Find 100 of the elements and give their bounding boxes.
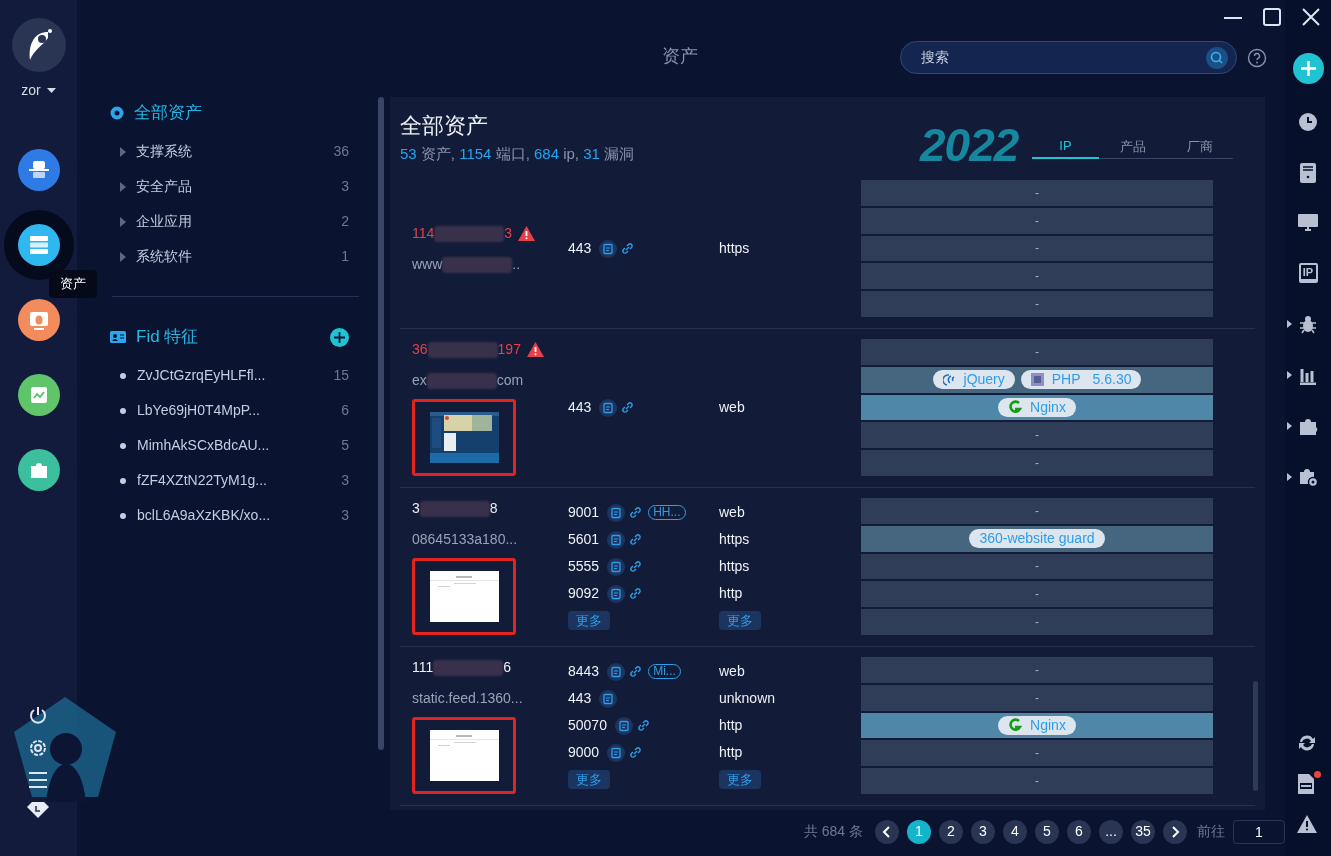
more-button[interactable]: 更多 (568, 611, 610, 630)
link-icon[interactable] (629, 587, 643, 600)
list-item[interactable]: MimhAkSCxBdcAU... 5 (110, 428, 349, 463)
search-field[interactable]: 搜索 (921, 47, 1206, 68)
more-button[interactable]: 更多 (568, 770, 610, 789)
document-icon[interactable] (599, 239, 618, 258)
document-icon[interactable] (607, 503, 626, 522)
tree-item[interactable]: 安全产品 3 (110, 169, 349, 204)
warning-icon[interactable] (1297, 815, 1317, 833)
g-letter-icon (1008, 718, 1023, 733)
link-icon[interactable] (621, 401, 635, 414)
tree-item[interactable]: 支撑系统 36 (110, 134, 349, 169)
document-icon[interactable] (607, 530, 626, 549)
add-button[interactable] (1292, 53, 1324, 84)
dash-text: - (1035, 184, 1039, 202)
link-icon[interactable] (629, 665, 643, 678)
port-number: 9001 (568, 503, 600, 522)
document-icon[interactable] (1300, 163, 1316, 183)
clock-icon[interactable] (1298, 112, 1318, 132)
more-button[interactable]: 更多 (719, 611, 761, 630)
link-icon[interactable] (621, 242, 635, 255)
dash-text: - (1035, 343, 1039, 361)
nav-button[interactable] (17, 449, 60, 491)
tree-item[interactable]: 企业应用 2 (110, 204, 349, 239)
list-item[interactable]: bclL6A9aXzKBK/xo... 3 (110, 498, 349, 533)
port-number: 8443 (568, 662, 600, 681)
link-icon[interactable] (636, 719, 650, 732)
dash-text: - (1035, 455, 1039, 473)
refresh-icon[interactable] (1297, 733, 1317, 753)
more-button[interactable]: 更多 (719, 770, 761, 789)
goto-label: 前往 (1197, 822, 1225, 841)
server-icon (27, 234, 50, 256)
dash-text: - (1035, 773, 1039, 791)
power-icon[interactable] (28, 705, 48, 725)
page-button[interactable]: ... (1099, 819, 1123, 844)
document-icon[interactable] (599, 689, 618, 708)
protocol-text: web (719, 398, 746, 417)
dash-text: - (1035, 296, 1039, 314)
menu-icon[interactable] (28, 771, 48, 789)
bullet-icon (120, 407, 126, 414)
hostname: static.feed.1360... (412, 689, 524, 708)
sidebar-item[interactable]: 全部资产 (110, 98, 349, 128)
dash-text: - (1035, 661, 1039, 679)
list-item[interactable]: fZF4XZtN22TyM1g... 3 (110, 463, 349, 498)
ip-icon[interactable]: IP (1298, 263, 1318, 283)
list-item[interactable]: LbYe69jH0T4MpP... 6 (110, 393, 349, 428)
close-icon[interactable] (1301, 7, 1321, 27)
page-button[interactable]: 35 (1131, 819, 1155, 844)
caret-icon[interactable] (1287, 473, 1292, 481)
port-number: 443 (568, 689, 592, 708)
next-icon[interactable] (1163, 819, 1187, 844)
previous-icon[interactable] (875, 819, 899, 844)
document-icon[interactable] (607, 743, 626, 762)
link-icon[interactable] (629, 746, 643, 759)
tab[interactable]: 厂商 (1166, 135, 1233, 159)
page-button[interactable]: 6 (1067, 819, 1091, 844)
page-button[interactable]: 5 (1035, 819, 1059, 844)
nav-button[interactable] (17, 224, 60, 266)
caret-icon[interactable] (1287, 422, 1292, 430)
tab[interactable]: IP (1032, 135, 1099, 159)
document-icon[interactable] (607, 662, 626, 681)
document-icon[interactable] (614, 716, 633, 735)
bullet-icon (120, 512, 126, 519)
nav-button[interactable] (17, 299, 60, 341)
caret-icon (46, 88, 56, 93)
search-bar[interactable]: 搜索 (900, 41, 1237, 74)
log-file-icon[interactable] (1297, 773, 1317, 795)
page-button[interactable]: 2 (939, 819, 963, 844)
protocol-text: http (719, 716, 744, 735)
scrollbar-thumb[interactable] (1253, 681, 1258, 791)
page-button[interactable]: 4 (1003, 819, 1027, 844)
puzzle-gear-icon[interactable] (1298, 467, 1318, 487)
document-icon[interactable] (599, 398, 618, 417)
document-icon[interactable] (607, 584, 626, 603)
maximize-icon[interactable] (1262, 7, 1282, 27)
tab[interactable]: 产品 (1099, 135, 1166, 159)
user-menu[interactable]: zor (21, 80, 56, 101)
document-icon[interactable] (607, 557, 626, 576)
port-number: 9092 (568, 584, 600, 603)
search-icon[interactable] (1206, 46, 1228, 69)
caret-icon[interactable] (1287, 320, 1292, 328)
nav-button[interactable] (17, 374, 60, 416)
settings-icon[interactable] (28, 738, 48, 758)
warning-icon (518, 225, 536, 241)
link-icon[interactable] (629, 533, 643, 546)
link-icon[interactable] (629, 560, 643, 573)
warning-icon (526, 342, 544, 357)
diamond-icon[interactable] (27, 802, 49, 818)
port-number: 50070 (568, 716, 607, 735)
list-item[interactable]: ZvJCtGzrqEyHLFfl... 15 (110, 358, 349, 393)
caret-icon[interactable] (1287, 371, 1292, 379)
dash-text: - (1035, 689, 1039, 707)
monitor-icon[interactable] (1298, 214, 1318, 232)
page-button[interactable]: 3 (971, 819, 995, 844)
add-button[interactable] (330, 327, 349, 347)
page-input[interactable]: 1 (1233, 819, 1285, 844)
help-icon[interactable] (1247, 48, 1267, 68)
tree-item[interactable]: 系统软件 1 (110, 239, 349, 274)
nav-button[interactable] (17, 149, 60, 191)
link-icon[interactable] (629, 506, 643, 519)
